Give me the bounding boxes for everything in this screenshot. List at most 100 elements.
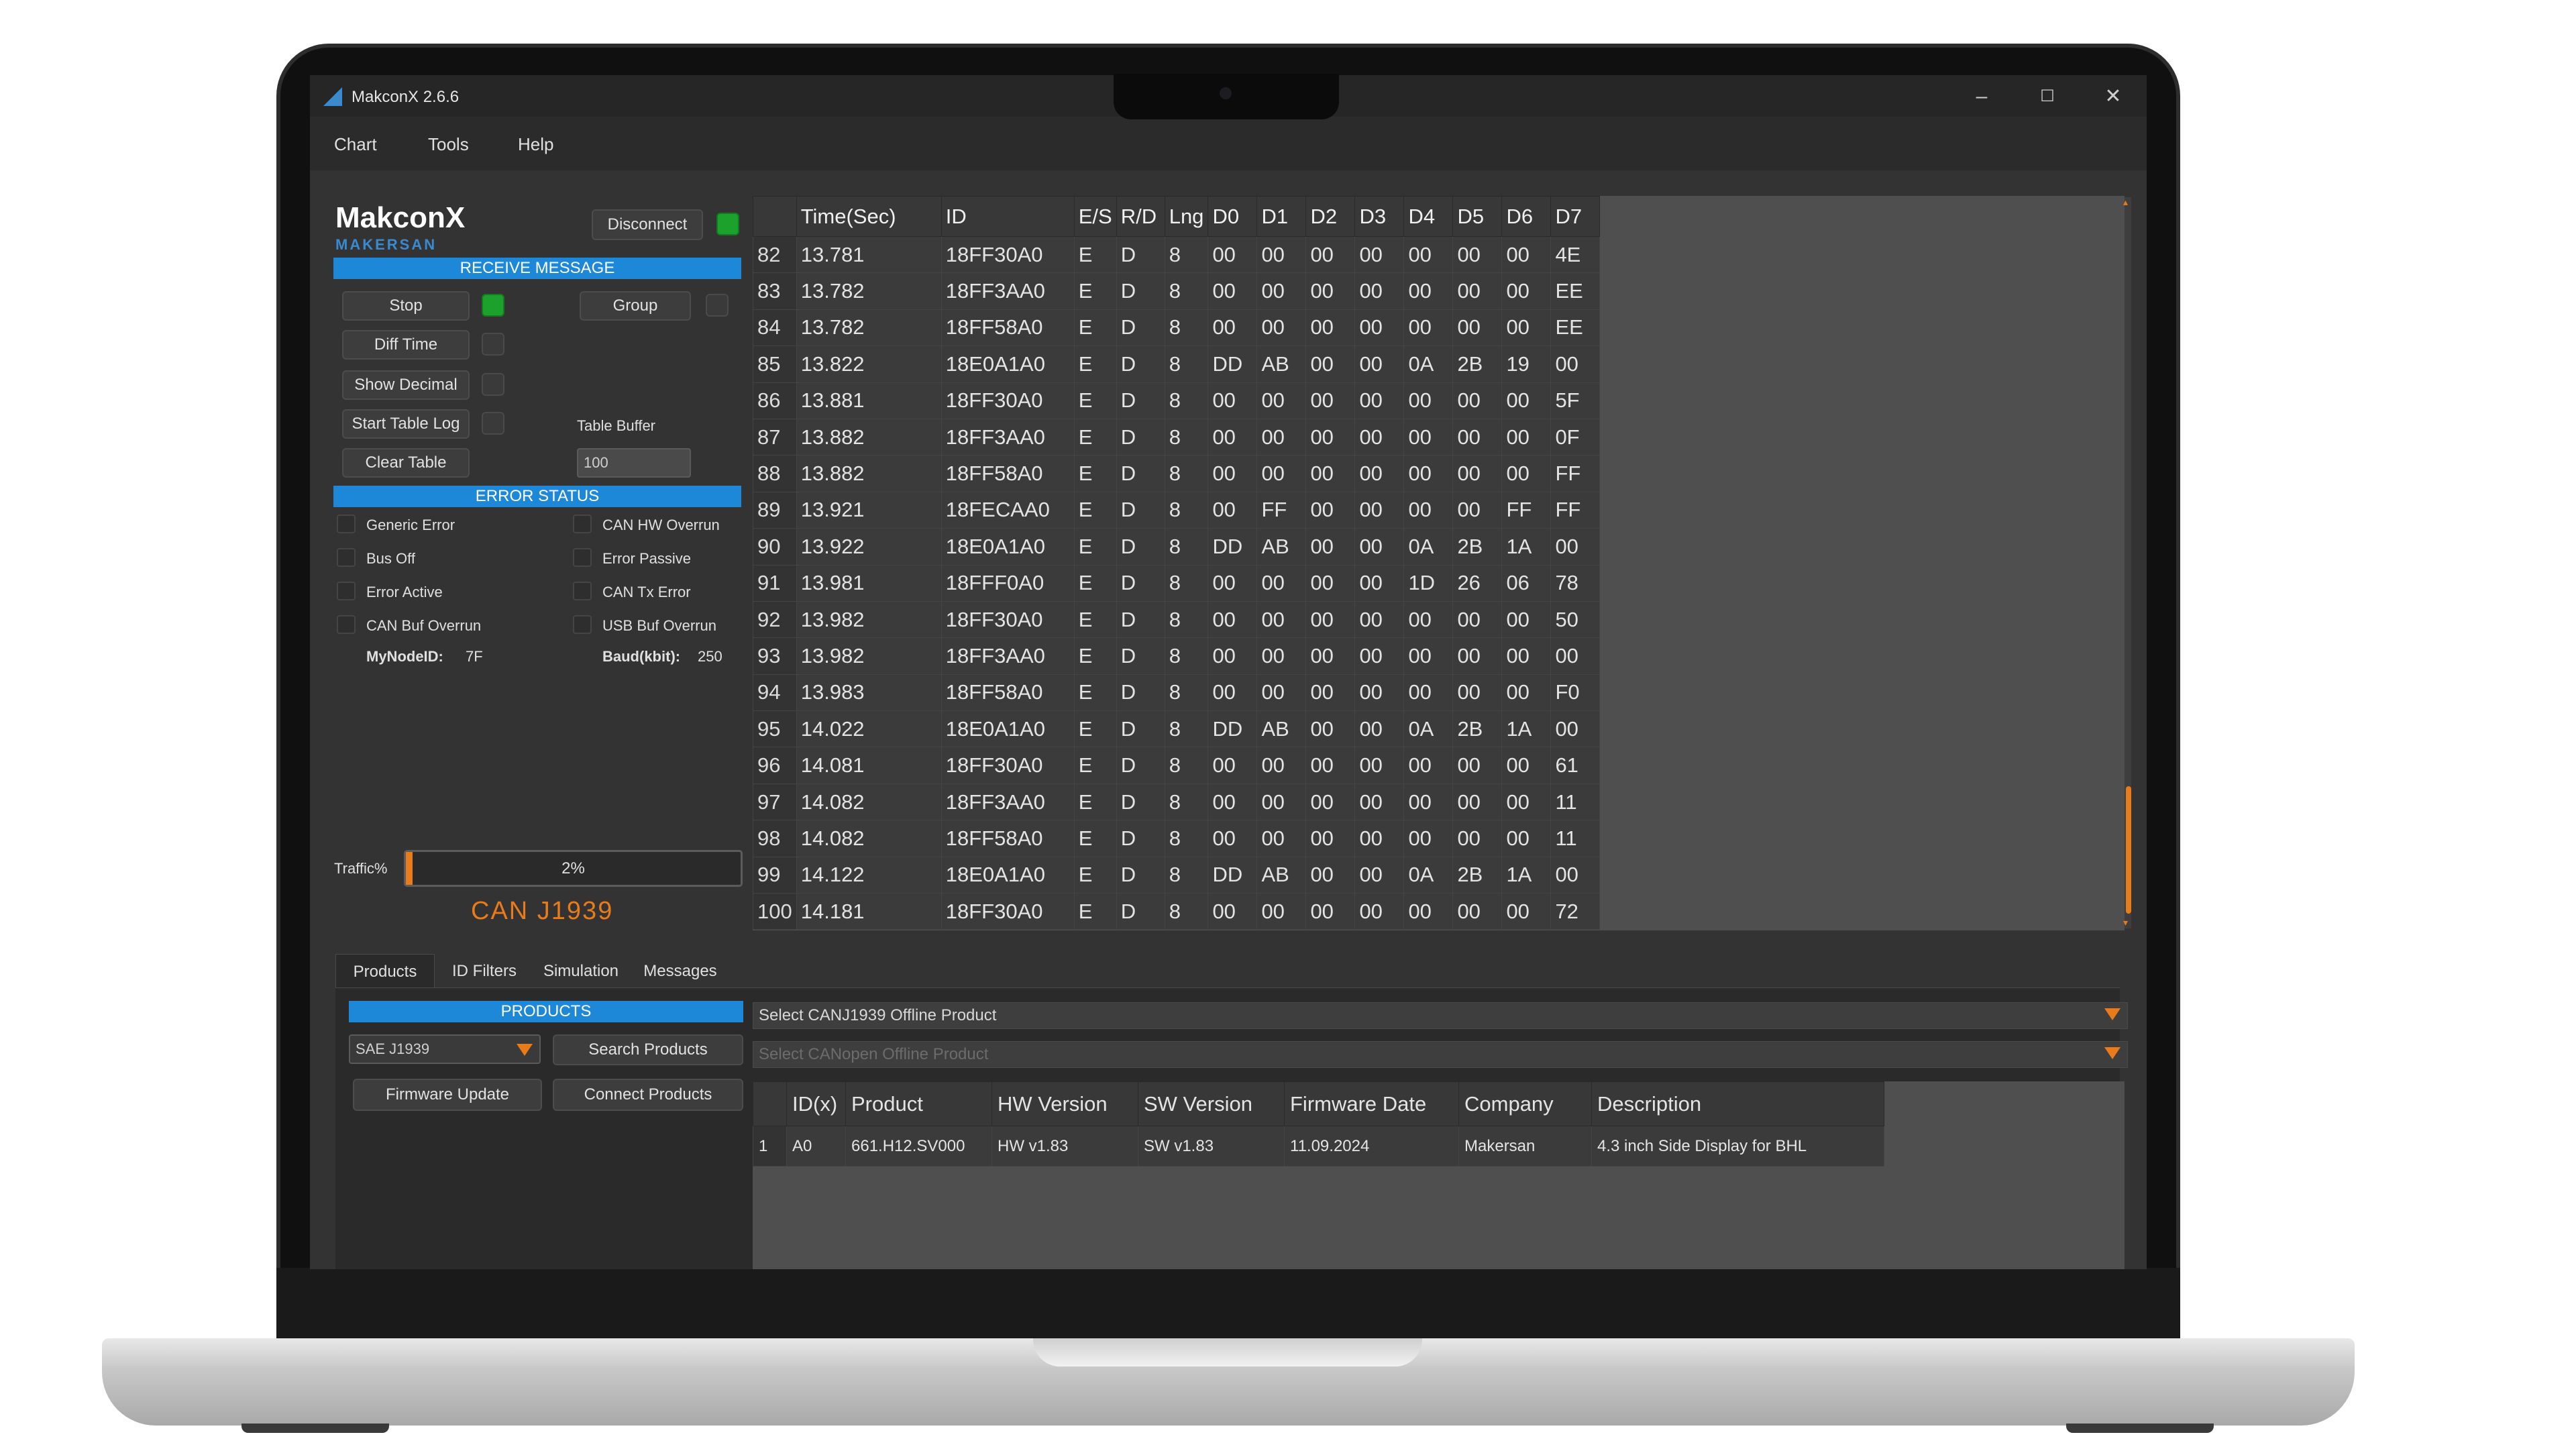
close-icon[interactable]: ✕	[2098, 82, 2128, 111]
can-hw-overrun-checkbox[interactable]	[573, 515, 592, 533]
message-row[interactable]: 86 13.881 18FF30A0 E D 8 00 00 00 00 00 00 00 5F	[753, 382, 1601, 419]
message-row[interactable]: 97 14.082 18FF3AA0 E D 8 00 00 00 00 00 00 00 11	[753, 783, 1601, 821]
error-passive-checkbox[interactable]	[573, 548, 592, 567]
menu-help[interactable]: Help	[518, 134, 553, 155]
disconnect-button[interactable]: Disconnect	[592, 209, 703, 240]
message-column-header[interactable]: ID	[941, 196, 1075, 237]
message-cell: E	[1073, 309, 1117, 347]
menu-chart[interactable]: Chart	[334, 134, 377, 155]
message-row[interactable]: 87 13.882 18FF3AA0 E D 8 00 00 00 00 00 00 00 0F	[753, 418, 1601, 456]
message-row-number: 95	[753, 710, 797, 748]
message-column-header[interactable]: R/D	[1116, 196, 1165, 237]
message-cell: 00	[1208, 600, 1258, 639]
message-cell: 26	[1452, 564, 1503, 602]
search-products-button[interactable]: Search Products	[553, 1034, 743, 1065]
scroll-down-icon[interactable]: ▾	[2123, 918, 2133, 927]
product-column-header[interactable]: Product	[845, 1081, 992, 1126]
group-led[interactable]	[706, 294, 729, 317]
message-row[interactable]: 90 13.922 18E0A1A0 E D 8 DD AB 00 00 0A 2B 1A 00	[753, 528, 1601, 566]
message-row[interactable]: 85 13.822 18E0A1A0 E D 8 DD AB 00 00 0A 2B 19 00	[753, 345, 1601, 383]
message-cell: 00	[1354, 272, 1405, 310]
message-row[interactable]: 98 14.082 18FF58A0 E D 8 00 00 00 00 00 00 00 11	[753, 820, 1601, 857]
message-scrollbar-thumb[interactable]	[2126, 786, 2131, 914]
message-cell: AB	[1256, 528, 1307, 566]
message-column-header[interactable]: D7	[1550, 196, 1601, 237]
diff-time-led[interactable]	[482, 333, 504, 356]
message-cell: 19	[1501, 345, 1552, 383]
bus-off-checkbox[interactable]	[337, 548, 356, 567]
message-cell: 00	[1354, 491, 1405, 529]
message-row[interactable]: 95 14.022 18E0A1A0 E D 8 DD AB 00 00 0A 2B 1A 00	[753, 710, 1601, 748]
product-column-header[interactable]: Company	[1458, 1081, 1592, 1126]
message-row[interactable]: 94 13.983 18FF58A0 E D 8 00 00 00 00 00 00 00 F0	[753, 674, 1601, 712]
message-cell: 00	[1208, 235, 1258, 274]
message-row[interactable]: 96 14.081 18FF30A0 E D 8 00 00 00 00 00 00 00 61	[753, 747, 1601, 784]
message-column-header[interactable]: D3	[1354, 196, 1405, 237]
message-column-header[interactable]: Time(Sec)	[796, 196, 942, 237]
message-cell: 18FF30A0	[941, 747, 1075, 784]
show-decimal-button[interactable]: Show Decimal	[342, 370, 470, 400]
message-column-header[interactable]: Lng	[1164, 196, 1209, 237]
message-column-header[interactable]	[753, 196, 797, 237]
tab-messages[interactable]: Messages	[633, 954, 727, 989]
generic-error-checkbox[interactable]	[337, 515, 356, 533]
message-column-header[interactable]: D0	[1208, 196, 1258, 237]
message-row-number: 93	[753, 637, 797, 675]
message-column-header[interactable]: D2	[1305, 196, 1356, 237]
message-table-area: Time(Sec) ID E/S R/D Lng D0 D1 D2 D3 D4 D5 D6 D7 82 1…	[753, 196, 2125, 930]
product-column-header[interactable]: Description	[1591, 1081, 1884, 1126]
table-buffer-input[interactable]: 100	[577, 448, 691, 478]
message-cell: 00	[1208, 637, 1258, 675]
product-row[interactable]: 1 A0 661.H12.SV000 HW v1.83 SW v1.83 11.09.20…	[753, 1126, 1884, 1167]
message-cell: 14.122	[796, 856, 942, 894]
message-cell: F0	[1550, 674, 1601, 712]
product-column-header[interactable]: HW Version	[991, 1081, 1138, 1126]
message-column-header[interactable]: D6	[1501, 196, 1552, 237]
message-row[interactable]: 93 13.982 18FF3AA0 E D 8 00 00 00 00 00 00 00 00	[753, 637, 1601, 675]
group-button[interactable]: Group	[580, 291, 691, 321]
message-column-header[interactable]: D5	[1452, 196, 1503, 237]
product-column-header[interactable]	[753, 1081, 787, 1126]
message-cell: 2B	[1452, 856, 1503, 894]
clear-table-button[interactable]: Clear Table	[342, 448, 470, 478]
show-decimal-led[interactable]	[482, 373, 504, 396]
connect-products-button[interactable]: Connect Products	[553, 1079, 743, 1111]
message-column-header[interactable]: D1	[1256, 196, 1307, 237]
minimize-icon[interactable]: –	[1967, 82, 1996, 111]
j1939-product-select[interactable]: Select CANJ1939 Offline Product	[753, 1002, 2128, 1029]
message-column-header[interactable]: E/S	[1073, 196, 1117, 237]
message-row[interactable]: 91 13.981 18FFF0A0 E D 8 00 00 00 00 1D 26 06 78	[753, 564, 1601, 602]
error-active-checkbox[interactable]	[337, 582, 356, 600]
message-row[interactable]: 100 14.181 18FF30A0 E D 8 00 00 00 00 00 00 00 72	[753, 893, 1601, 930]
product-column-header[interactable]: Firmware Date	[1284, 1081, 1459, 1126]
message-row[interactable]: 82 13.781 18FF30A0 E D 8 00 00 00 00 00 00 00 4E	[753, 235, 1601, 274]
tab-simulation[interactable]: Simulation	[531, 954, 631, 989]
can-buf-overrun-checkbox[interactable]	[337, 615, 356, 634]
can-tx-error-checkbox[interactable]	[573, 582, 592, 600]
message-row[interactable]: 88 13.882 18FF58A0 E D 8 00 00 00 00 00 00 00 FF	[753, 455, 1601, 492]
diff-time-button[interactable]: Diff Time	[342, 330, 470, 360]
message-cell: 00	[1354, 418, 1405, 456]
protocol-select[interactable]: SAE J1939	[349, 1034, 541, 1064]
scroll-up-icon[interactable]: ▴	[2123, 197, 2133, 207]
message-row[interactable]: 89 13.921 18FECAA0 E D 8 00 FF 00 00 00 00 FF FF	[753, 491, 1601, 529]
message-row[interactable]: 84 13.782 18FF58A0 E D 8 00 00 00 00 00 00 00 EE	[753, 309, 1601, 347]
message-row[interactable]: 83 13.782 18FF3AA0 E D 8 00 00 00 00 00 00 00 EE	[753, 272, 1601, 310]
message-row-number: 97	[753, 783, 797, 821]
product-column-header[interactable]: ID(x)	[786, 1081, 846, 1126]
message-row[interactable]: 99 14.122 18E0A1A0 E D 8 DD AB 00 00 0A 2B 1A 00	[753, 856, 1601, 894]
message-cell: 00	[1305, 893, 1356, 930]
product-column-header[interactable]: SW Version	[1138, 1081, 1285, 1126]
message-column-header[interactable]: D4	[1403, 196, 1454, 237]
menu-tools[interactable]: Tools	[428, 134, 469, 155]
message-row[interactable]: 92 13.982 18FF30A0 E D 8 00 00 00 00 00 00 00 50	[753, 600, 1601, 639]
canopen-product-select[interactable]: Select CANopen Offline Product	[753, 1041, 2128, 1068]
firmware-update-button[interactable]: Firmware Update	[353, 1079, 542, 1111]
table-log-led[interactable]	[482, 412, 504, 435]
usb-buf-overrun-checkbox[interactable]	[573, 615, 592, 634]
stop-button[interactable]: Stop	[342, 291, 470, 321]
start-table-log-button[interactable]: Start Table Log	[342, 409, 470, 439]
maximize-icon[interactable]: ☐	[2033, 82, 2062, 111]
tab-id-filters[interactable]: ID Filters	[441, 954, 527, 989]
tab-products[interactable]: Products	[335, 954, 435, 989]
